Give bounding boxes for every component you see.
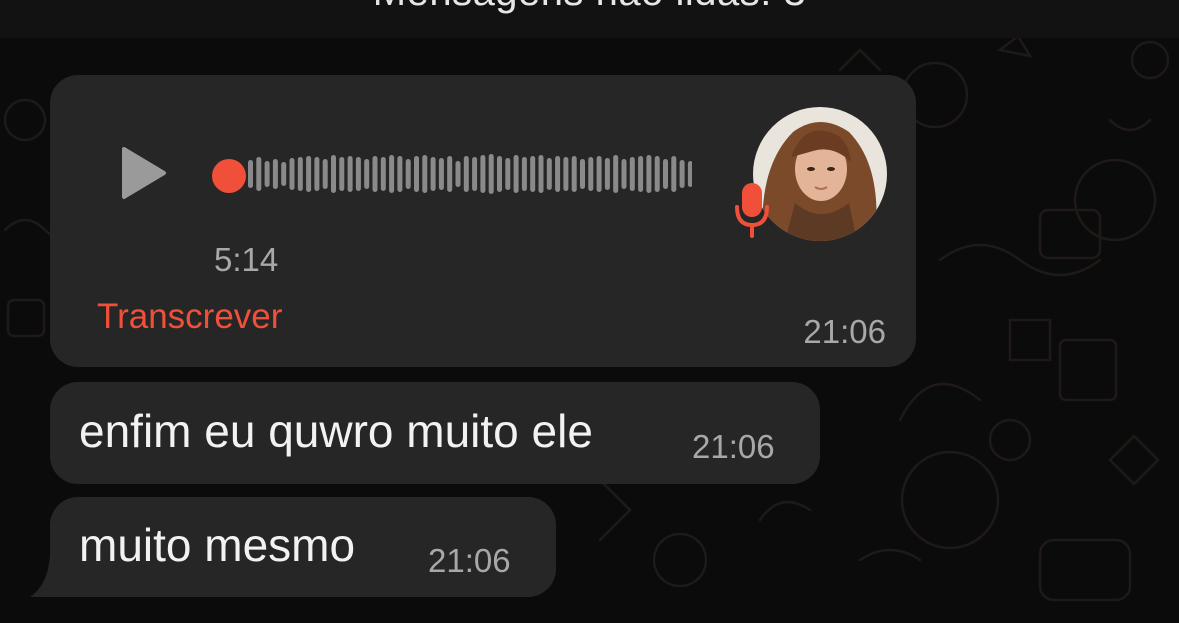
waveform-bar — [289, 158, 295, 190]
waveform-bar — [472, 157, 478, 191]
waveform-bar — [513, 155, 519, 193]
playback-scrubber[interactable] — [212, 159, 246, 193]
waveform-bar — [571, 156, 577, 192]
waveform-bar — [389, 155, 395, 193]
waveform-bar — [248, 160, 253, 188]
waveform-bar — [272, 159, 278, 189]
waveform-bar — [438, 158, 444, 190]
waveform-bar — [455, 161, 461, 187]
waveform-bar — [281, 162, 287, 186]
waveform-bar — [588, 157, 594, 191]
waveform-bar — [521, 157, 527, 191]
unread-messages-banner: Mensagens não lidas: 3 — [0, 0, 1179, 38]
waveform-bar — [505, 158, 511, 190]
transcribe-button[interactable]: Transcrever — [97, 297, 282, 337]
waveform-bar — [422, 155, 428, 193]
waveform-bar — [397, 156, 403, 192]
waveform-bar — [497, 156, 502, 192]
waveform-bar — [447, 156, 453, 192]
message-time: 21:06 — [692, 428, 775, 465]
waveform-bar — [314, 157, 320, 191]
play-icon[interactable] — [120, 145, 168, 201]
message-text: muito mesmo — [79, 519, 356, 571]
waveform-bar — [580, 159, 585, 189]
waveform-bar — [364, 159, 370, 189]
waveform-bar — [380, 157, 386, 191]
voice-message-bubble[interactable]: 5:14 Transcrever 21:06 — [50, 75, 916, 367]
waveform-bar — [480, 155, 486, 193]
waveform-bar — [596, 156, 602, 192]
waveform-bar — [463, 156, 469, 192]
avatar[interactable] — [753, 107, 887, 241]
unread-messages-label: Mensagens não lidas: 3 — [0, 0, 1179, 15]
waveform-bar — [306, 156, 312, 192]
waveform-bar — [405, 159, 411, 189]
waveform-bar — [563, 157, 569, 191]
waveform-bar — [322, 159, 328, 189]
waveform-bar — [638, 156, 644, 192]
message-text: enfim eu quwro muito ele — [79, 405, 593, 457]
waveform-bar — [629, 157, 635, 191]
waveform-bar — [546, 158, 552, 190]
waveform-bar — [530, 156, 536, 192]
waveform-bar — [372, 156, 378, 192]
waveform-bar — [355, 157, 361, 191]
waveform-bar — [679, 160, 685, 188]
waveform-bar — [297, 157, 303, 191]
waveform-bar — [671, 156, 677, 192]
waveform-bar — [654, 156, 660, 192]
voice-duration: 5:14 — [214, 241, 279, 278]
waveform-bar — [538, 155, 544, 193]
waveform-bar — [488, 154, 494, 194]
message-time: 21:06 — [428, 542, 511, 579]
message-bubble[interactable]: muito mesmo 21:06 — [50, 497, 556, 597]
waveform-bar — [621, 159, 627, 189]
waveform-bar — [646, 155, 652, 193]
waveform-bar — [555, 156, 561, 192]
waveform-bar — [414, 156, 419, 192]
waveform-bar — [687, 161, 692, 187]
waveform-bar — [347, 156, 353, 192]
waveform-bar — [339, 157, 345, 191]
waveform-bar — [256, 157, 262, 191]
message-bubble[interactable]: enfim eu quwro muito ele 21:06 — [50, 382, 820, 484]
voice-message-time: 21:06 — [803, 313, 886, 350]
waveform-bar — [264, 161, 270, 187]
waveform-bar — [430, 157, 436, 191]
avatar-photo — [753, 107, 887, 241]
audio-waveform[interactable] — [212, 151, 692, 197]
waveform-bar — [663, 159, 668, 189]
waveform-bar — [604, 158, 610, 190]
microphone-icon — [735, 183, 769, 238]
waveform-bar — [331, 155, 336, 193]
waveform-bar — [613, 155, 619, 193]
